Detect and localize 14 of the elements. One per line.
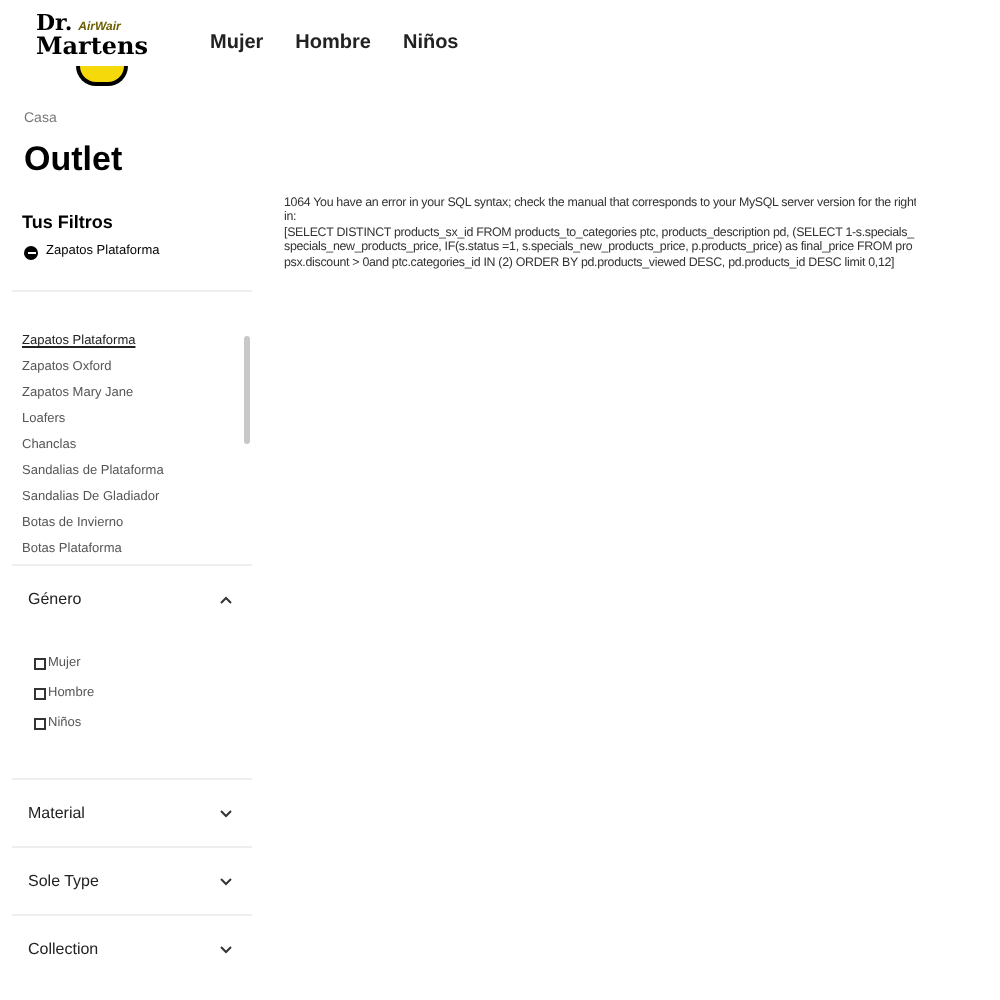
nav-link[interactable]: Mujer bbox=[210, 28, 264, 58]
filter-section-toggle[interactable]: Collection bbox=[0, 916, 252, 982]
filter-section-toggle[interactable]: Material bbox=[0, 780, 252, 846]
filters-heading: Tus Filtros bbox=[20, 209, 115, 236]
nav-link[interactable]: Niños bbox=[402, 28, 459, 58]
filter-section-toggle[interactable]: Género bbox=[0, 566, 252, 632]
checkbox[interactable] bbox=[34, 657, 46, 669]
checkbox[interactable] bbox=[34, 687, 46, 699]
page-title: Outlet bbox=[22, 137, 125, 180]
remove-icon[interactable] bbox=[24, 245, 38, 260]
nav-link[interactable]: Hombre bbox=[295, 28, 371, 58]
scrollbar[interactable] bbox=[244, 336, 250, 444]
checkbox[interactable] bbox=[34, 717, 46, 729]
filter-section-toggle[interactable]: Sole Type bbox=[0, 848, 252, 914]
